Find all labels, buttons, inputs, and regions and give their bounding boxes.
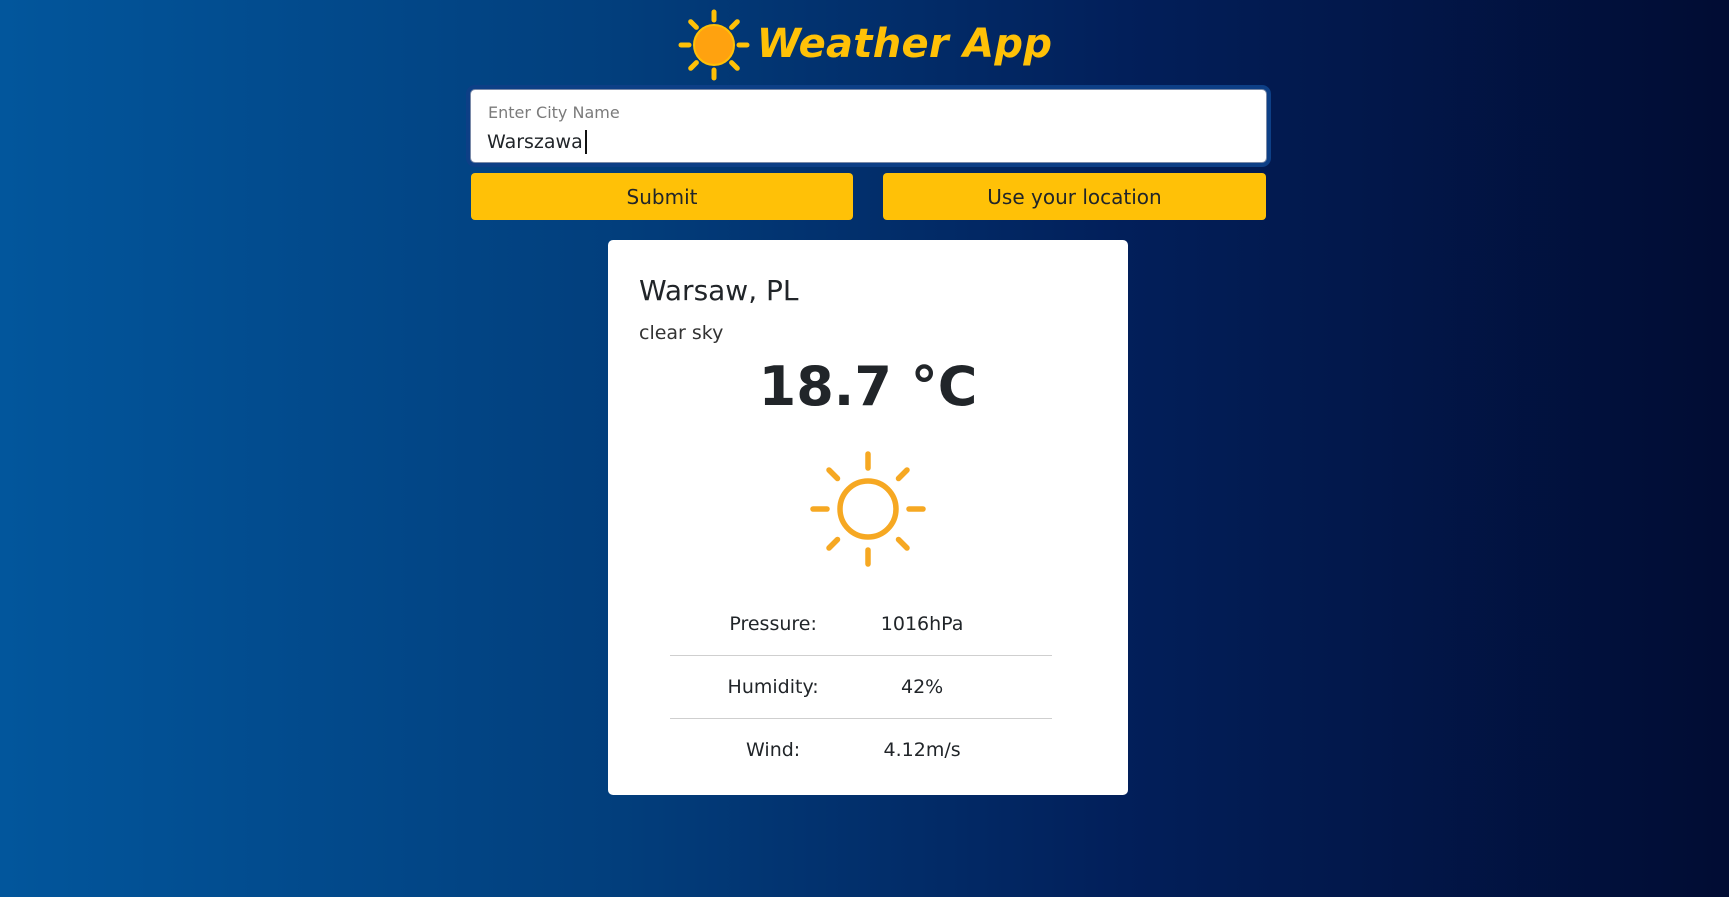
submit-button[interactable]: Submit [471,173,853,220]
use-location-button[interactable]: Use your location [883,173,1266,220]
city-search-label: Enter City Name [488,103,620,122]
weather-stats: Pressure: 1016hPa Humidity: 42% Wind: 4.… [670,592,1052,781]
weather-card: Warsaw, PL clear sky 18.7 °C Pressure: 1… [608,240,1128,795]
stat-label: Wind: [746,739,801,761]
temperature-value: 18.7 °C [758,355,978,418]
sun-outline-icon [810,451,926,567]
text-cursor [584,130,587,154]
stat-value: 4.12m/s [883,739,961,761]
stat-value: 1016hPa [880,612,964,635]
stat-row-pressure: Pressure: 1016hPa [670,592,1052,655]
app-header: Weather App [0,0,1729,88]
city-name: Warsaw, PL [639,274,799,307]
stat-row-humidity: Humidity: 42% [670,655,1052,718]
stat-row-wind: Wind: 4.12m/s [670,718,1052,781]
sun-icon [678,9,750,81]
weather-description: clear sky [639,322,724,344]
app-title: Weather App [756,21,1053,67]
city-search-input[interactable] [487,128,1247,156]
stat-label: Pressure: [729,612,817,635]
stat-label: Humidity: [727,676,819,698]
city-search-field[interactable]: Enter City Name [470,89,1267,163]
stat-value: 42% [900,676,944,698]
